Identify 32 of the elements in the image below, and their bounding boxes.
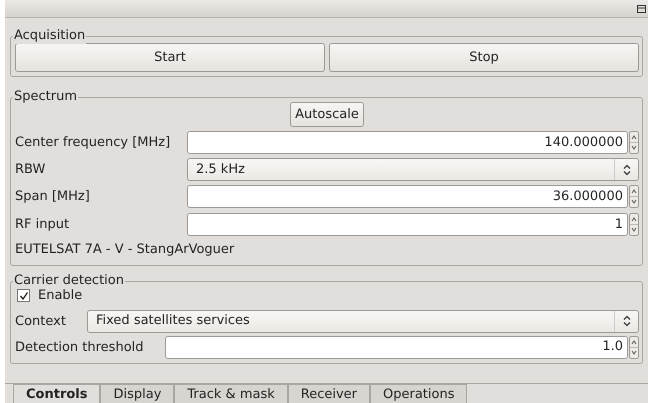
- field-label: Detection threshold: [15, 338, 145, 356]
- spin-arrows-icon[interactable]: [629, 131, 639, 154]
- spin-field[interactable]: 140.000000: [187, 131, 628, 154]
- spin-arrows-icon[interactable]: [629, 213, 639, 236]
- autoscale-button[interactable]: Autoscale: [290, 102, 364, 127]
- spin-field[interactable]: 1.0: [165, 336, 628, 358]
- checkbox-label: Enable: [38, 287, 82, 305]
- spin-arrows-icon[interactable]: [629, 185, 639, 208]
- tab[interactable]: Display: [100, 384, 174, 403]
- satellite-info: EUTELSAT 7A - V - StangArVoguer: [15, 241, 236, 259]
- spin-field[interactable]: 36.000000: [187, 185, 628, 208]
- group-title: Acquisition: [13, 28, 86, 44]
- updown-icon: [622, 164, 630, 176]
- spin-field[interactable]: 1: [187, 213, 628, 236]
- spin-arrows-icon[interactable]: [629, 336, 639, 358]
- field-label: Center frequency [MHz]: [15, 134, 172, 152]
- tab[interactable]: Receiver: [288, 384, 370, 403]
- float-icon[interactable]: [637, 4, 646, 12]
- field-label: Context: [15, 312, 67, 330]
- field-label: RBW: [15, 161, 46, 179]
- tab[interactable]: Controls: [13, 384, 100, 403]
- group-title: Spectrum: [13, 89, 78, 105]
- tab[interactable]: Operations: [370, 384, 468, 403]
- combo-box[interactable]: Fixed satellites services: [87, 310, 639, 332]
- field-label: RF input: [15, 216, 70, 234]
- field-label: Span [MHz]: [15, 188, 91, 206]
- enable-checkbox[interactable]: [17, 289, 30, 302]
- push-button[interactable]: Start: [15, 43, 325, 72]
- tab[interactable]: Track & mask: [174, 384, 288, 403]
- push-button[interactable]: Stop: [329, 43, 639, 72]
- combo-box[interactable]: 2.5 kHz: [187, 158, 639, 181]
- updown-icon: [622, 315, 630, 327]
